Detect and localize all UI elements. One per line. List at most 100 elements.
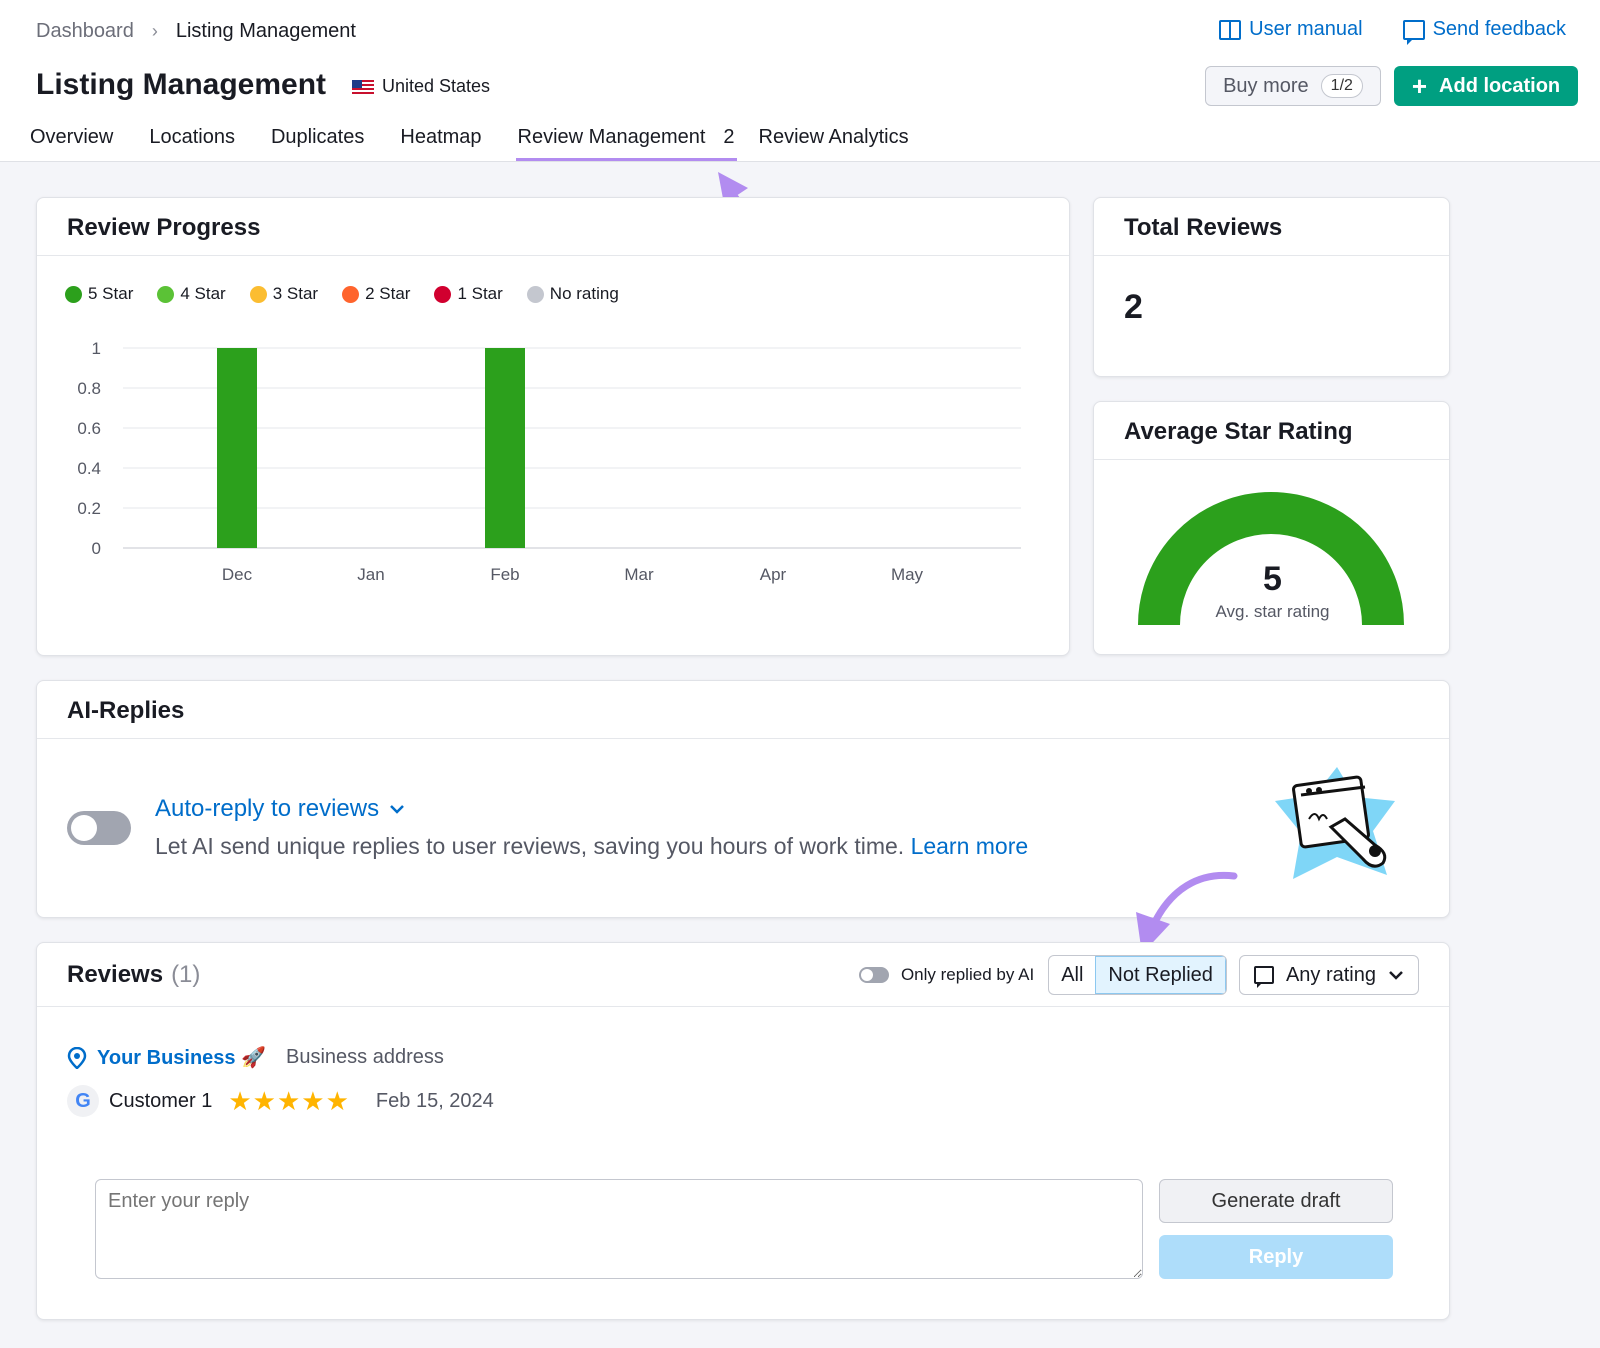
legend-item[interactable]: 4 Star — [157, 284, 226, 304]
tab-badge: 2 — [723, 126, 735, 148]
ai-description-text: Let AI send unique replies to user revie… — [155, 833, 905, 859]
buy-more-label: Buy more — [1223, 74, 1309, 97]
send-feedback-link[interactable]: Send feedback — [1402, 18, 1566, 45]
legend-item[interactable]: 3 Star — [249, 284, 319, 304]
legend-label: 4 Star — [180, 284, 226, 303]
legend-item[interactable]: 5 Star — [65, 284, 133, 304]
auto-reply-label: Auto-reply to reviews — [155, 795, 380, 822]
rating-gauge: 5 Avg. star rating — [1094, 462, 1451, 650]
tab-review-management[interactable]: Review Management 2 — [515, 126, 737, 161]
reviews-title: Reviews (1) — [67, 961, 200, 989]
tab-duplicates[interactable]: Duplicates — [271, 126, 382, 161]
legend-label: 1 Star — [457, 284, 503, 303]
chat-icon — [1402, 19, 1425, 45]
y-tick-label: 0.4 — [77, 459, 101, 478]
breadcrumb-dashboard[interactable]: Dashboard — [36, 20, 134, 43]
legend-dot — [342, 285, 360, 303]
y-tick-label: 1 — [92, 339, 101, 358]
average-rating-card: Average Star Rating 5 Avg. star rating — [1093, 401, 1450, 655]
reviews-count: (1) — [171, 961, 201, 988]
tab-heatmap[interactable]: Heatmap — [400, 126, 499, 161]
user-manual-label: User manual — [1249, 18, 1363, 40]
google-icon: G — [67, 1085, 99, 1117]
add-location-label: Add location — [1439, 74, 1561, 97]
country-label: United States — [382, 76, 491, 96]
ai-writing-illustration-icon — [1275, 767, 1395, 879]
total-reviews-title: Total Reviews — [1094, 198, 1449, 256]
ai-replies-title: AI-Replies — [37, 681, 1449, 739]
tab-overview[interactable]: Overview — [30, 126, 131, 161]
tab-review-analytics[interactable]: Review Analytics — [759, 126, 927, 161]
reply-button[interactable]: Reply — [1159, 1235, 1393, 1279]
learn-more-link[interactable]: Learn more — [911, 833, 1029, 859]
us-flag-icon — [352, 79, 374, 94]
review-filters: Only replied by AI All Not Replied Any r… — [858, 955, 1419, 995]
legend-item[interactable]: No rating — [526, 284, 619, 304]
tab-label: Locations — [149, 126, 235, 148]
buy-more-count: 1/2 — [1320, 74, 1363, 98]
x-tick-label: Feb — [490, 565, 519, 584]
page-header: Dashboard › Listing Management Listing M… — [0, 0, 1600, 162]
send-feedback-label: Send feedback — [1432, 18, 1566, 40]
review-progress-title: Review Progress — [37, 198, 1069, 256]
legend-dot — [526, 285, 544, 303]
legend-dot — [249, 285, 267, 303]
buy-more-button[interactable]: Buy more 1/2 — [1205, 66, 1381, 106]
filter-not-replied[interactable]: Not Replied — [1095, 956, 1226, 994]
only-ai-toggle[interactable] — [858, 967, 889, 983]
business-address: Business address — [286, 1046, 444, 1068]
y-tick-label: 0.6 — [77, 419, 101, 438]
legend-label: 2 Star — [365, 284, 411, 303]
auto-reply-toggle[interactable] — [67, 811, 131, 845]
ai-description: Let AI send unique replies to user revie… — [155, 833, 1028, 860]
location-pin-icon — [67, 1046, 87, 1069]
review-business: Your Business 🚀 Business address — [67, 1045, 444, 1070]
page-title: Listing Management — [36, 68, 327, 101]
star-rating: ★★★★★ — [228, 1085, 350, 1116]
review-date: Feb 15, 2024 — [375, 1089, 494, 1112]
breadcrumb-current: Listing Management — [175, 20, 356, 42]
legend-label: No rating — [549, 284, 619, 303]
breadcrumb: Dashboard › Listing Management — [36, 20, 356, 43]
legend-dot — [434, 285, 452, 303]
comment-icon — [1253, 966, 1274, 988]
reply-input[interactable] — [95, 1179, 1143, 1279]
top-links: User manual Send feedback — [1219, 18, 1566, 45]
y-tick-label: 0 — [92, 539, 101, 558]
legend-item[interactable]: 2 Star — [342, 284, 410, 304]
country-selector[interactable]: United States — [352, 76, 490, 97]
tab-locations[interactable]: Locations — [149, 126, 253, 161]
total-reviews-value: 2 — [1124, 288, 1143, 326]
generate-draft-button[interactable]: Generate draft — [1159, 1179, 1393, 1223]
bar-feb[interactable] — [485, 348, 525, 548]
divider — [37, 1006, 1449, 1007]
chevron-down-icon — [1389, 971, 1403, 980]
business-name[interactable]: Your Business 🚀 — [97, 1045, 266, 1070]
reply-status-segment: All Not Replied — [1048, 955, 1227, 995]
review-progress-chart: 0 0.2 0.4 0.6 0.8 1 Dec Jan Feb Mar Apr May — [77, 339, 1021, 584]
add-location-button[interactable]: + Add location — [1394, 66, 1578, 106]
total-reviews-card: Total Reviews 2 — [1093, 197, 1450, 377]
rating-filter-dropdown[interactable]: Any rating — [1238, 955, 1419, 995]
y-tick-label: 0.2 — [77, 499, 101, 518]
tab-label: Overview — [30, 126, 114, 148]
legend-dot — [157, 285, 175, 303]
reviews-title-label: Reviews — [67, 961, 164, 988]
review-progress-card: Review Progress 5 Star 4 Star 3 Star 2 S… — [36, 197, 1070, 656]
legend-item[interactable]: 1 Star — [434, 284, 503, 304]
review-meta: G Customer 1 ★★★★★ Feb 15, 2024 — [67, 1085, 494, 1117]
x-tick-label: Dec — [222, 565, 253, 584]
user-manual-link[interactable]: User manual — [1219, 18, 1363, 41]
auto-reply-dropdown[interactable]: Auto-reply to reviews — [155, 795, 405, 823]
x-tick-label: Apr — [760, 565, 787, 584]
legend-label: 5 Star — [88, 284, 134, 303]
tab-label: Heatmap — [400, 126, 482, 148]
x-tick-label: Mar — [624, 565, 654, 584]
tab-bar: Overview Locations Duplicates Heatmap Re… — [30, 126, 945, 161]
filter-all[interactable]: All — [1049, 956, 1095, 994]
tab-label: Review Analytics — [758, 126, 909, 148]
tab-label: Duplicates — [270, 126, 365, 148]
book-icon — [1219, 19, 1242, 40]
legend-label: 3 Star — [272, 284, 319, 303]
bar-dec[interactable] — [217, 348, 257, 548]
